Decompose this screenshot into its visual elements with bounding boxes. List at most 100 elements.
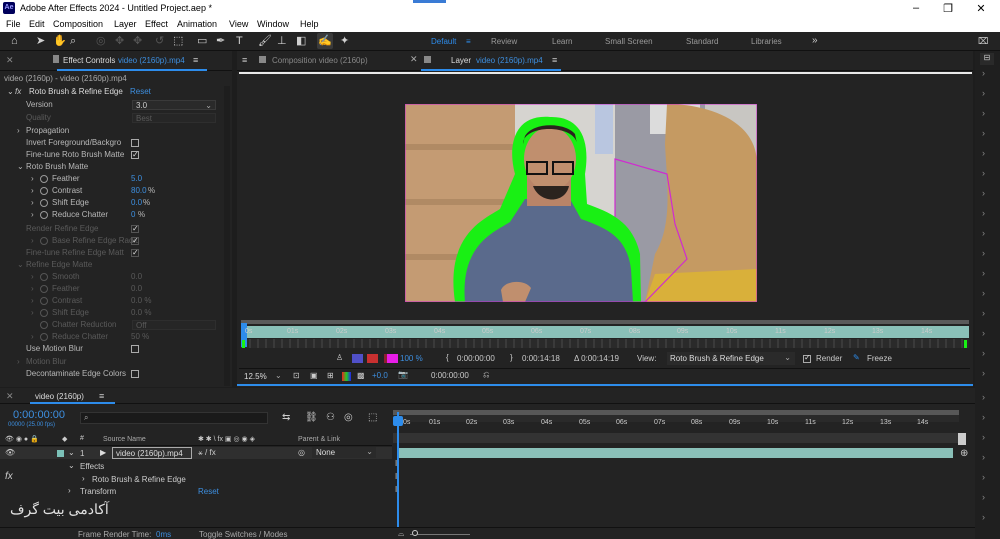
- parent-dropdown[interactable]: None ⌄: [312, 447, 376, 458]
- toggle-switches-button[interactable]: Toggle Switches / Modes: [199, 530, 288, 539]
- dolly-tool-icon[interactable]: ✥: [133, 35, 142, 47]
- motion-blur2-label[interactable]: Motion Blur: [26, 356, 66, 368]
- selection-tool-icon[interactable]: ➤: [36, 35, 45, 47]
- search-help-icon[interactable]: ⌧: [978, 35, 988, 47]
- menu-composition[interactable]: Composition: [53, 19, 103, 29]
- composition-tab[interactable]: Composition video (2160p): [272, 56, 368, 65]
- quality-dropdown[interactable]: Best: [132, 113, 216, 123]
- layer-row[interactable]: 👁 ⌄ 1 ▶ video (2160p).mp4 ⚹ / fx ◎ None …: [0, 447, 392, 459]
- workspace-small-screen[interactable]: Small Screen: [605, 37, 653, 46]
- stopwatch-icon[interactable]: [40, 297, 48, 305]
- comp-marker-icon[interactable]: ⊕: [960, 448, 968, 459]
- feather-value[interactable]: 5.0: [131, 173, 142, 185]
- label-color-swatch[interactable]: [57, 450, 64, 457]
- zoom-slider-thumb[interactable]: [412, 530, 418, 536]
- collapse-refine-icon[interactable]: ⌄: [17, 259, 24, 271]
- motion-blur-icon[interactable]: ◎: [344, 412, 353, 423]
- label-column-icon[interactable]: ◆: [62, 435, 67, 443]
- render-checkbox[interactable]: [803, 353, 811, 363]
- layer-search-input[interactable]: ⌕: [80, 412, 268, 424]
- expand-propagation-icon[interactable]: ›: [17, 125, 20, 137]
- panel-menu-icon[interactable]: ⊟: [980, 53, 994, 65]
- overlay-red-icon[interactable]: [367, 354, 378, 363]
- workspace-libraries[interactable]: Libraries: [751, 37, 782, 46]
- layer-switches[interactable]: ⚹ / fx: [198, 448, 216, 458]
- stopwatch-icon[interactable]: [40, 187, 48, 195]
- expand-roto-icon[interactable]: ›: [82, 474, 85, 483]
- workspace-default[interactable]: Default: [431, 37, 456, 46]
- timeline-tab[interactable]: video (2160p): [35, 392, 84, 401]
- fit-icon[interactable]: ⊡: [293, 371, 300, 380]
- menu-layer[interactable]: Layer: [114, 19, 137, 29]
- stopwatch-icon[interactable]: [40, 333, 48, 341]
- collapsed-panel-arrow[interactable]: ›: [982, 168, 985, 178]
- rotate-tool-icon[interactable]: ↺: [155, 35, 164, 47]
- panel-menu-icon[interactable]: ≡: [552, 55, 557, 65]
- transparency-icon[interactable]: ▩: [357, 371, 365, 380]
- smooth-value[interactable]: 0.0: [131, 271, 142, 283]
- eraser-icon[interactable]: ◧: [296, 35, 306, 47]
- propagation-label[interactable]: Propagation: [26, 125, 69, 137]
- decontaminate-checkbox[interactable]: [131, 370, 139, 378]
- motion-blur-checkbox[interactable]: [131, 345, 139, 353]
- current-timecode[interactable]: 0:00:00:00: [13, 409, 65, 421]
- menu-help[interactable]: Help: [300, 19, 319, 29]
- out-point-marker[interactable]: [964, 340, 967, 348]
- collapsed-panel-arrow[interactable]: ›: [982, 108, 985, 118]
- panel-menu-icon[interactable]: ≡: [99, 391, 104, 401]
- workspace-menu-icon[interactable]: ≡: [466, 37, 471, 46]
- zoom-slider[interactable]: [410, 534, 470, 535]
- in-point-marker[interactable]: [242, 340, 245, 348]
- hand-tool-icon[interactable]: ✋: [53, 35, 67, 47]
- in-point-icon[interactable]: {: [446, 353, 449, 362]
- workspace-learn[interactable]: Learn: [552, 37, 572, 46]
- effect-reset-link[interactable]: Reset: [130, 86, 151, 98]
- graph-editor-icon[interactable]: ⬚: [368, 412, 377, 423]
- view-dropdown[interactable]: Roto Brush & Refine Edge ⌄: [667, 352, 795, 365]
- transform-reset[interactable]: Reset: [198, 487, 219, 496]
- effect-controls-source[interactable]: video (2160p).mp4: [118, 56, 185, 65]
- puppet-tool-icon[interactable]: ✦: [340, 35, 349, 47]
- in-time[interactable]: 0:00:00:00: [457, 354, 495, 363]
- zoom-dropdown[interactable]: 12.5% ⌄: [242, 371, 284, 383]
- eye-icon[interactable]: 👁: [5, 448, 15, 457]
- playhead-line[interactable]: [397, 412, 399, 527]
- expand-base-refine-icon[interactable]: ›: [31, 235, 34, 247]
- zoom-tool-icon[interactable]: ⌕: [70, 35, 76, 47]
- collapse-layer-icon[interactable]: ⌄: [68, 448, 75, 457]
- pickwhip-icon[interactable]: ◎: [298, 448, 305, 457]
- menu-window[interactable]: Window: [257, 19, 289, 29]
- source-name-header[interactable]: Source Name: [103, 436, 146, 443]
- collapsed-panel-arrow[interactable]: ›: [982, 268, 985, 278]
- feather2-value[interactable]: 0.0: [131, 283, 142, 295]
- lock-icon[interactable]: [259, 56, 266, 63]
- collapsed-panel-arrow[interactable]: ›: [982, 288, 985, 298]
- type-tool-icon[interactable]: T: [236, 35, 243, 47]
- menu-edit[interactable]: Edit: [29, 19, 45, 29]
- exposure-value[interactable]: +0.0: [372, 371, 388, 380]
- collapsed-panel-arrow[interactable]: ›: [982, 432, 985, 442]
- collapsed-panel-arrow[interactable]: ›: [982, 228, 985, 238]
- collapsed-panel-arrow[interactable]: ›: [982, 68, 985, 78]
- rectangle-tool-icon[interactable]: ▭: [197, 35, 207, 47]
- person-icon[interactable]: ♙: [336, 353, 343, 362]
- panel-menu-icon[interactable]: ≡: [242, 55, 247, 65]
- effect-controls-tab[interactable]: Effect Controls: [63, 56, 115, 65]
- layer-duration-bar[interactable]: [397, 448, 953, 458]
- collapsed-panel-arrow[interactable]: ›: [982, 128, 985, 138]
- expand-shift-icon[interactable]: ›: [31, 197, 34, 209]
- orbit-tool-icon[interactable]: ◎: [96, 35, 106, 47]
- effect-controls-scrollbar[interactable]: [224, 86, 230, 386]
- stopwatch-icon[interactable]: [40, 309, 48, 317]
- version-dropdown[interactable]: 3.0 ⌄: [132, 100, 216, 110]
- collapsed-panel-arrow[interactable]: ›: [982, 392, 985, 402]
- expand-chatter-icon[interactable]: ›: [31, 209, 34, 221]
- invert-foreground-checkbox[interactable]: [131, 139, 139, 147]
- safe-area-icon[interactable]: ▣: [310, 371, 318, 380]
- stopwatch-icon[interactable]: [40, 273, 48, 281]
- contrast-value[interactable]: 80.0: [131, 185, 147, 197]
- close-tab-icon[interactable]: ✕: [410, 54, 418, 65]
- layer-tab[interactable]: Layer: [451, 56, 471, 65]
- finetune-refine-checkbox[interactable]: [131, 247, 139, 259]
- contrast2-value[interactable]: 0.0 %: [131, 295, 151, 307]
